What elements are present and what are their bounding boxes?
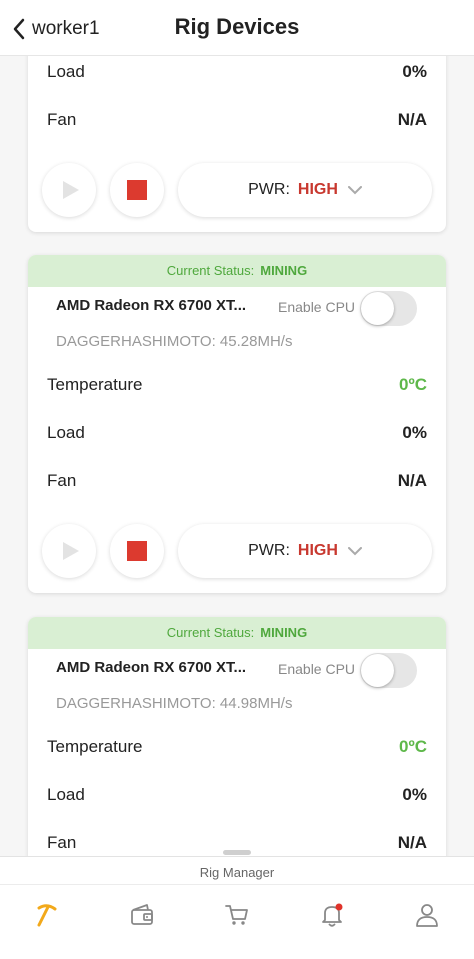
notification-dot: [335, 903, 343, 911]
play-icon: [63, 181, 79, 199]
start-button[interactable]: [42, 524, 96, 578]
top-bar: worker1 Rig Devices: [0, 0, 474, 56]
metric-value: 0%: [402, 785, 427, 804]
status-bar: Current Status: MINING: [28, 617, 446, 649]
metric-value: 0%: [402, 423, 427, 442]
metric-label: Fan: [47, 471, 77, 490]
metric-value: 0%: [402, 62, 427, 81]
metric-value: N/A: [397, 833, 427, 852]
bottom-section-title: Rig Manager: [0, 857, 474, 885]
metric-label: Load: [47, 62, 85, 81]
tab-shop[interactable]: [190, 885, 285, 945]
metric-label: Fan: [47, 833, 77, 852]
status-bar: Current Status: MINING: [28, 255, 446, 287]
tab-notifications[interactable]: [284, 885, 379, 945]
wallet-icon: [131, 904, 154, 925]
enable-cpu-label: Enable CPU: [278, 661, 356, 677]
power-value: HIGH: [297, 542, 338, 559]
user-icon: [415, 904, 438, 927]
chevron-down-icon: [347, 185, 362, 195]
tab-rigs[interactable]: [0, 885, 95, 945]
toggle-knob: [361, 292, 394, 325]
gpu-header: AMD Radeon RX 6700 XT... Enable CPU: [28, 649, 446, 689]
pickaxe-icon: [37, 904, 57, 927]
power-label: PWR:: [248, 542, 290, 559]
enable-cpu-toggle[interactable]: [360, 653, 417, 688]
drag-handle[interactable]: [223, 850, 251, 855]
power-label: PWR:: [248, 181, 290, 198]
power-value: HIGH: [297, 181, 338, 198]
device-card: Current Status: MINING AMD Radeon RX 6700…: [28, 617, 446, 856]
gpu-name: AMD Radeon RX 6700 XT...: [56, 297, 247, 314]
metric-row-temperature: Temperature 0ºC: [28, 723, 446, 771]
bell-icon: [321, 903, 343, 927]
metric-value: N/A: [397, 471, 427, 490]
status-label: Current Status:: [166, 263, 255, 278]
power-mode-select[interactable]: PWR: HIGH: [178, 524, 432, 578]
page-title: Rig Devices: [174, 14, 300, 39]
algorithm-hashrate: DAGGERHASHIMOTO: 44.98MH/s: [56, 695, 293, 712]
metric-value: N/A: [397, 110, 427, 129]
device-controls: PWR: HIGH: [28, 505, 446, 593]
enable-cpu-toggle[interactable]: [360, 291, 417, 326]
gpu-header: AMD Radeon RX 6700 XT... Enable CPU: [28, 287, 446, 327]
metric-label: Temperature: [47, 375, 143, 394]
device-list[interactable]: Load 0% Fan N/A PWR: HIGH Current Status…: [0, 56, 474, 856]
play-icon: [63, 542, 79, 560]
stop-icon: [127, 180, 147, 200]
status-label: Current Status:: [166, 625, 255, 640]
metric-row-load: Load 0%: [28, 409, 446, 457]
metric-value: 0ºC: [399, 375, 427, 394]
tab-wallet[interactable]: [95, 885, 190, 945]
tab-profile[interactable]: [379, 885, 474, 945]
power-mode-select[interactable]: PWR: HIGH: [178, 163, 432, 217]
metric-row-fan: Fan N/A: [28, 457, 446, 505]
enable-cpu-label: Enable CPU: [278, 299, 356, 315]
metric-label: Load: [47, 785, 85, 804]
device-controls: PWR: HIGH: [28, 144, 446, 232]
metric-value: 0ºC: [399, 737, 427, 756]
cart-icon: [225, 905, 248, 925]
stop-button[interactable]: [110, 163, 164, 217]
device-card: Current Status: MINING AMD Radeon RX 6700…: [28, 255, 446, 593]
metric-label: Temperature: [47, 737, 143, 756]
stop-button[interactable]: [110, 524, 164, 578]
device-card: Load 0% Fan N/A PWR: HIGH: [28, 56, 446, 232]
status-badge: MINING: [260, 263, 308, 278]
stop-icon: [127, 541, 147, 561]
toggle-knob: [361, 654, 394, 687]
start-button[interactable]: [42, 163, 96, 217]
chevron-down-icon: [347, 546, 362, 556]
metric-label: Load: [47, 423, 85, 442]
metric-row-load: Load 0%: [28, 56, 446, 96]
metric-label: Fan: [47, 110, 77, 129]
metric-row-fan: Fan N/A: [28, 96, 446, 144]
status-badge: MINING: [260, 625, 308, 640]
algorithm-hashrate: DAGGERHASHIMOTO: 45.28MH/s: [56, 333, 293, 350]
gpu-name: AMD Radeon RX 6700 XT...: [56, 659, 247, 676]
bottom-navigation: Rig Manager: [0, 856, 474, 959]
metric-row-load: Load 0%: [28, 771, 446, 819]
metric-row-temperature: Temperature 0ºC: [28, 361, 446, 409]
tab-bar: [0, 885, 474, 945]
